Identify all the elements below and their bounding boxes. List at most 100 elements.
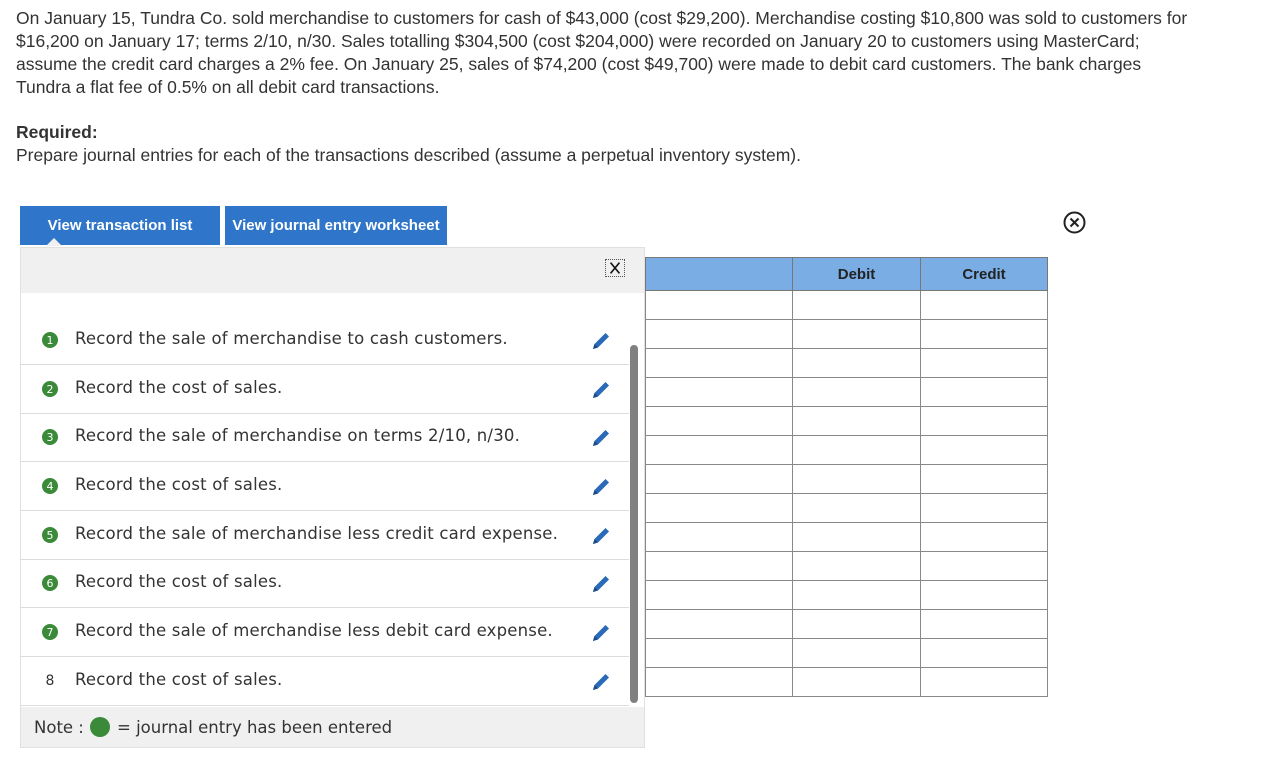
credit-cell [920,464,1048,494]
credit-cell [920,522,1048,552]
account-cell [645,406,793,436]
account-cell [645,319,793,349]
note-text: = journal entry has been entered [117,718,393,737]
transaction-number: 4 [42,478,58,494]
transaction-number: 2 [42,381,58,397]
credit-cell [920,406,1048,436]
journal-row [645,493,1048,523]
credit-cell [920,551,1048,581]
transaction-row[interactable]: 1 Record the sale of merchandise to cash … [21,317,629,365]
credit-cell [920,609,1048,639]
transaction-number: 8 [45,673,55,689]
required-instructions: Prepare journal entries for each of the … [16,145,801,165]
scrollbar[interactable] [630,345,638,703]
journal-row [645,667,1048,697]
transaction-row[interactable]: 4 Record the cost of sales. [21,463,629,511]
debit-cell [792,435,921,465]
panel-header [21,248,644,293]
transaction-list-panel: 1 Record the sale of merchandise to cash … [20,247,645,748]
transaction-label: Record the sale of merchandise to cash c… [75,329,508,348]
debit-cell [792,493,921,523]
debit-cell [792,406,921,436]
view-journal-worksheet-button[interactable]: View journal entry worksheet [225,206,447,245]
journal-row [645,522,1048,552]
account-cell [645,464,793,494]
transaction-row[interactable]: 3 Record the sale of merchandise on terms… [21,414,629,462]
required-heading: Required: [16,122,98,142]
entered-indicator-dot [90,717,110,737]
account-cell [645,580,793,610]
transaction-row[interactable]: 7 Record the sale of merchandise less deb… [21,609,629,657]
credit-header: Credit [920,257,1048,291]
journal-row [645,290,1048,320]
transaction-row[interactable]: 6 Record the cost of sales. [21,560,629,608]
transaction-label: Record the sale of merchandise less debi… [75,621,553,640]
pencil-icon[interactable] [589,524,613,548]
account-cell [645,638,793,668]
debit-cell [792,580,921,610]
debit-cell [792,551,921,581]
transaction-row[interactable]: 8 Record the cost of sales. [21,658,629,706]
pencil-icon[interactable] [589,670,613,694]
transaction-number: 6 [42,575,58,591]
credit-cell [920,377,1048,407]
transaction-number: 1 [42,332,58,348]
account-cell [645,290,793,320]
credit-cell [920,493,1048,523]
credit-cell [920,319,1048,349]
debit-cell [792,638,921,668]
debit-cell [792,319,921,349]
problem-statement: On January 15, Tundra Co. sold merchandi… [16,8,1188,97]
debit-cell [792,290,921,320]
debit-cell [792,377,921,407]
pencil-icon[interactable] [589,378,613,402]
credit-cell [920,435,1048,465]
pencil-icon[interactable] [589,572,613,596]
x-icon[interactable] [605,259,625,277]
transaction-label: Record the cost of sales. [75,670,283,689]
transaction-number: 7 [42,624,58,640]
journal-row [645,348,1048,378]
credit-cell [920,580,1048,610]
note-bar: Note : = journal entry has been entered [21,707,644,747]
credit-cell [920,667,1048,697]
credit-cell [920,638,1048,668]
close-circle-icon[interactable] [1063,211,1086,234]
debit-cell [792,464,921,494]
transaction-label: Record the cost of sales. [75,378,283,397]
account-cell [645,377,793,407]
journal-row [645,580,1048,610]
journal-row [645,406,1048,436]
account-cell [645,551,793,581]
transaction-number: 5 [42,527,58,543]
debit-cell [792,522,921,552]
pencil-icon[interactable] [589,329,613,353]
journal-row [645,464,1048,494]
journal-row [645,435,1048,465]
credit-cell [920,348,1048,378]
account-cell [645,609,793,639]
account-cell [645,348,793,378]
debit-cell [792,348,921,378]
active-tab-caret [46,238,62,246]
transaction-label: Record the cost of sales. [75,475,283,494]
journal-table: Debit Credit [645,257,1048,697]
journal-row [645,319,1048,349]
pencil-icon[interactable] [589,475,613,499]
journal-row [645,377,1048,407]
pencil-icon[interactable] [589,621,613,645]
transaction-row[interactable]: 5 Record the sale of merchandise less cre… [21,512,629,560]
transaction-label: Record the cost of sales. [75,572,283,591]
transaction-label: Record the sale of merchandise on terms … [75,426,521,445]
pencil-icon[interactable] [589,426,613,450]
transaction-label: Record the sale of merchandise less cred… [75,524,559,543]
transaction-number: 3 [42,429,58,445]
debit-cell [792,667,921,697]
account-cell [645,667,793,697]
account-header [645,257,793,291]
journal-row [645,638,1048,668]
account-cell [645,522,793,552]
debit-header: Debit [792,257,921,291]
journal-row [645,551,1048,581]
transaction-row[interactable]: 2 Record the cost of sales. [21,366,629,414]
